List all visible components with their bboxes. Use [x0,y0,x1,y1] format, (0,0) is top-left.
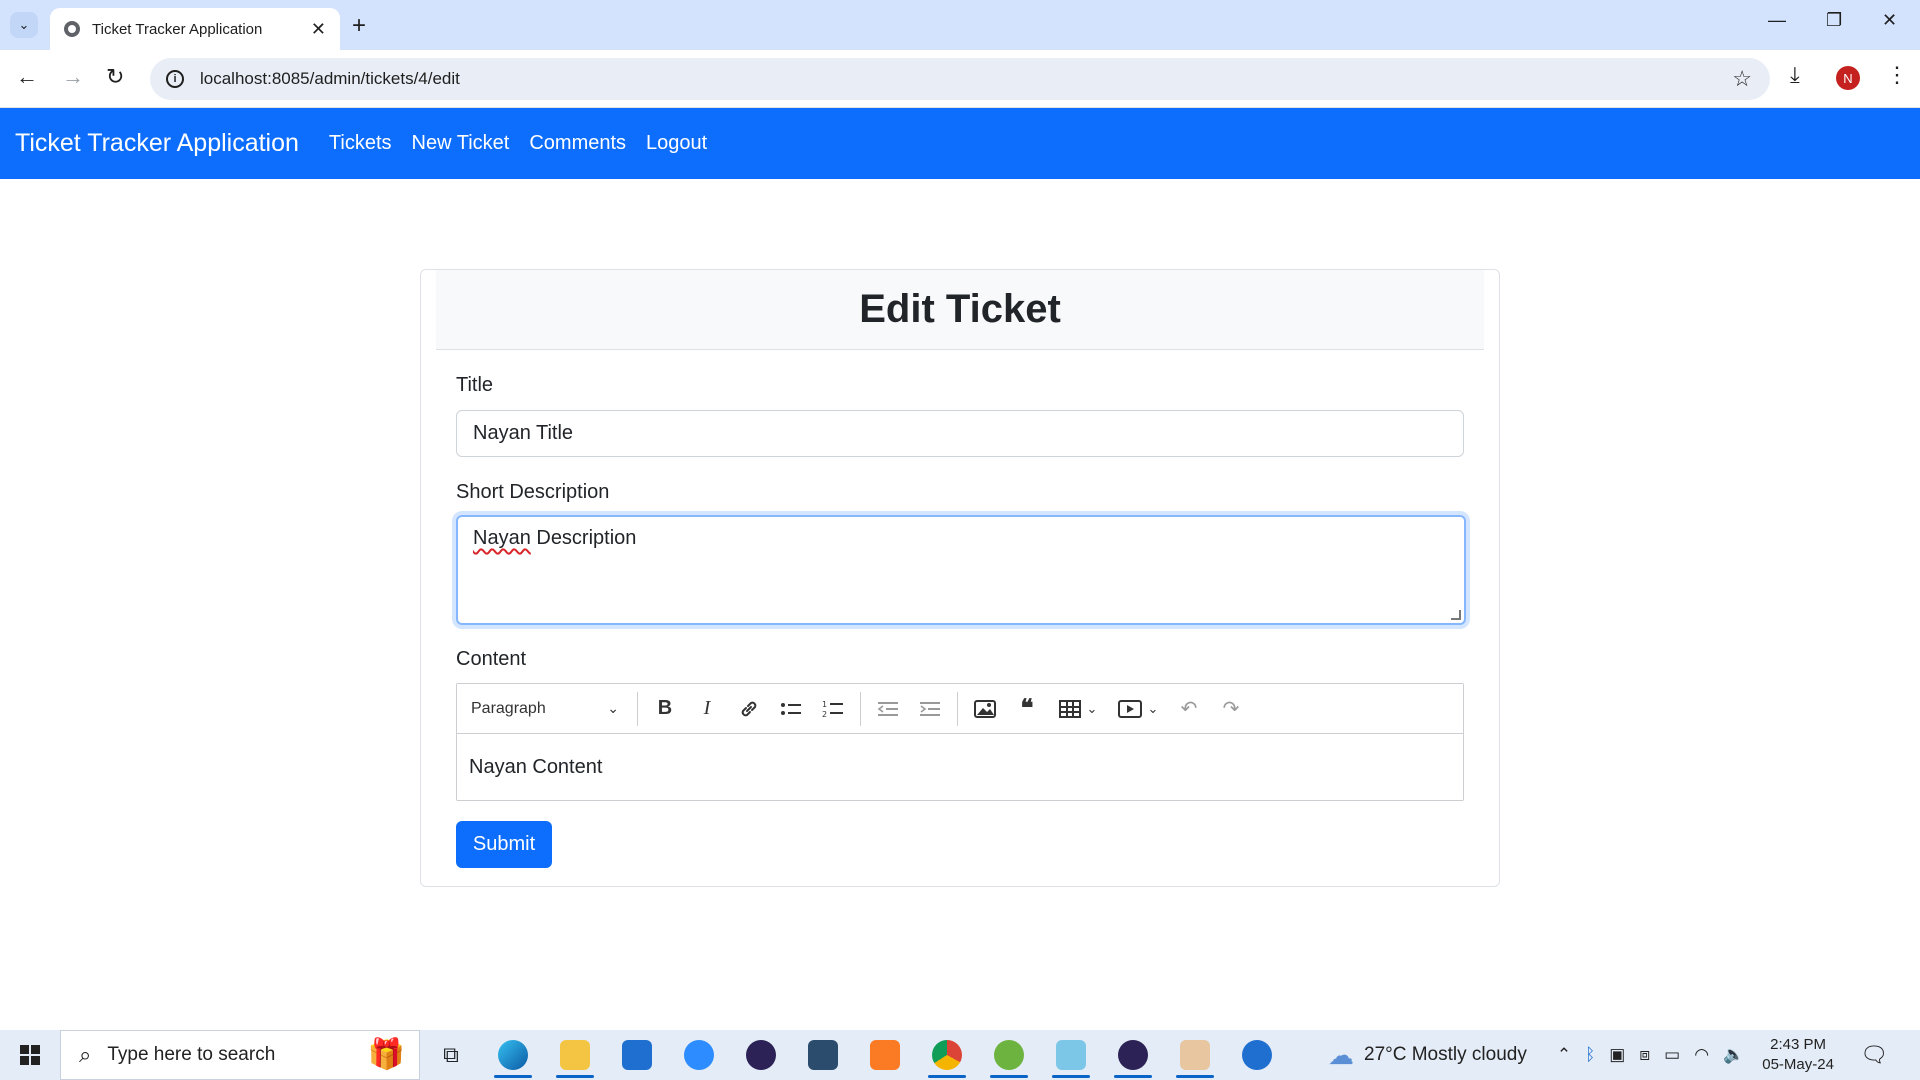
edit-ticket-card: Edit Ticket Title Nayan Title Short Desc… [420,269,1500,887]
tab-title: Ticket Tracker Application [92,20,263,38]
weather-widget[interactable]: ☁ 27°C Mostly cloudy [1328,1040,1527,1071]
edge-browser-icon[interactable] [482,1030,544,1080]
misspelled-word: Nayan [473,527,531,549]
notepad-icon[interactable] [1040,1030,1102,1080]
bookmark-star-icon[interactable]: ☆ [1732,66,1752,92]
chevron-down-icon: ⌄ [607,700,619,716]
page-title: Edit Ticket [859,287,1061,331]
taskbar-clock[interactable]: 2:43 PM 05-May-24 [1762,1035,1834,1075]
block-quote-icon[interactable]: ❝ [1006,691,1048,727]
eclipse-icon[interactable] [730,1030,792,1080]
bulleted-list-icon[interactable] [770,691,812,727]
globe-icon [64,21,80,37]
file-explorer-icon[interactable] [544,1030,606,1080]
editor-content-area[interactable]: Nayan Content [457,734,1463,801]
new-tab-button[interactable]: + [352,12,366,40]
search-highlight-icon: 🎁 [367,1038,405,1071]
display-icon[interactable]: ⧈ [1639,1045,1650,1065]
taskbar-search-placeholder: Type here to search [107,1044,276,1065]
editor-toolbar: Paragraph ⌄ B I 12 ❝ ⌄ ⌄ ↶ ↷ [457,684,1463,734]
paragraph-format-label: Paragraph [471,699,546,717]
short-description-textarea[interactable]: Nayan Description [456,515,1466,625]
nav-link-tickets[interactable]: Tickets [329,132,392,155]
bold-icon[interactable]: B [644,691,686,727]
rich-text-editor: Paragraph ⌄ B I 12 ❝ ⌄ ⌄ ↶ ↷ Nayan Conte… [456,683,1464,801]
image-icon[interactable] [964,691,1006,727]
redo-icon[interactable]: ↷ [1210,691,1252,727]
eclipse-ide-icon[interactable] [1102,1030,1164,1080]
windows-start-icon[interactable] [0,1030,60,1080]
system-tray: ⌃ ᛒ ▣ ⧈ ▭ ◠ 🔈 [1557,1045,1758,1065]
chrome-icon[interactable] [916,1030,978,1080]
svg-text:1: 1 [822,700,827,709]
forward-arrow-icon[interactable]: → [62,64,84,90]
cloud-icon: ☁ [1328,1039,1354,1070]
card-header: Edit Ticket [436,270,1484,350]
volume-icon[interactable]: 🔈 [1723,1045,1744,1065]
back-arrow-icon[interactable]: ← [16,64,38,90]
svg-text:2: 2 [822,710,827,719]
outdent-icon[interactable] [867,691,909,727]
help-icon[interactable] [1226,1030,1288,1080]
download-icon[interactable]: ⤓ [1790,62,1800,88]
site-info-icon[interactable]: i [166,70,184,88]
content-label: Content [456,648,527,670]
numbered-list-icon[interactable]: 12 [812,691,854,727]
task-view-icon[interactable]: ⧉ [420,1030,482,1080]
toolbar-divider [637,691,638,726]
search-icon: ⌕ [79,1042,92,1067]
paint-icon[interactable] [1164,1030,1226,1080]
browser-tab-bar: ⌄ Ticket Tracker Application ✕ + — ❐ ✕ [0,0,1920,50]
description-text: Description [530,527,637,549]
italic-icon[interactable]: I [686,691,728,727]
battery-icon[interactable]: ▭ [1664,1045,1680,1065]
undo-icon[interactable]: ↶ [1168,691,1210,727]
link-icon[interactable] [728,691,770,727]
submit-button[interactable]: Submit [456,821,552,868]
clock-date: 05-May-24 [1762,1056,1834,1073]
insert-table-icon[interactable]: ⌄ [1048,691,1108,727]
clock-time: 2:43 PM [1770,1036,1827,1053]
indent-icon[interactable] [909,691,951,727]
title-label: Title [456,374,494,396]
nav-link-comments[interactable]: Comments [529,132,626,155]
nav-link-logout[interactable]: Logout [646,132,707,155]
xampp-icon[interactable] [854,1030,916,1080]
insert-media-icon[interactable]: ⌄ [1108,691,1168,727]
weather-text: 27°C Mostly cloudy [1364,1044,1527,1065]
toolbar-divider [860,691,861,726]
more-menu-icon[interactable]: ⋮ [1886,62,1908,88]
notifications-icon[interactable]: 🗨 [1860,1042,1888,1068]
windows-taskbar: ⌕ Type here to search 🎁 ⧉ ☁ 27°C Mostly … [0,1030,1920,1080]
close-tab-icon[interactable]: ✕ [311,19,326,40]
title-input[interactable]: Nayan Title [456,410,1464,457]
resize-handle-icon[interactable] [1451,610,1461,620]
mysql-workbench-icon[interactable] [792,1030,854,1080]
reload-icon[interactable]: ↻ [106,64,124,90]
mail-icon[interactable] [606,1030,668,1080]
bluetooth-icon[interactable]: ᛒ [1585,1045,1595,1065]
close-window-button[interactable]: ✕ [1882,10,1897,31]
taskbar-search-box[interactable]: ⌕ Type here to search 🎁 [60,1030,420,1080]
short-description-label: Short Description [456,481,610,503]
spring-tool-suite-icon[interactable] [978,1030,1040,1080]
url-text[interactable]: localhost:8085/admin/tickets/4/edit [200,69,460,89]
zoom-icon[interactable] [668,1030,730,1080]
address-bar[interactable]: i localhost:8085/admin/tickets/4/edit ☆ [150,58,1770,100]
restore-button[interactable]: ❐ [1826,10,1842,31]
meet-now-icon[interactable]: ▣ [1609,1045,1625,1065]
browser-tab[interactable]: Ticket Tracker Application ✕ [50,8,340,50]
browser-toolbar: ← → ↻ i localhost:8085/admin/tickets/4/e… [0,50,1920,108]
wifi-icon[interactable]: ◠ [1694,1045,1709,1065]
chevron-up-icon[interactable]: ⌃ [1557,1045,1571,1065]
navbar-brand[interactable]: Ticket Tracker Application [15,129,299,158]
paragraph-format-dropdown[interactable]: Paragraph ⌄ [471,700,631,718]
tab-search-button[interactable]: ⌄ [10,12,38,38]
nav-link-new-ticket[interactable]: New Ticket [412,132,510,155]
toolbar-divider [957,691,958,726]
minimize-button[interactable]: — [1768,10,1786,31]
profile-avatar[interactable]: N [1836,66,1860,90]
app-navbar: Ticket Tracker Application Tickets New T… [0,108,1920,179]
